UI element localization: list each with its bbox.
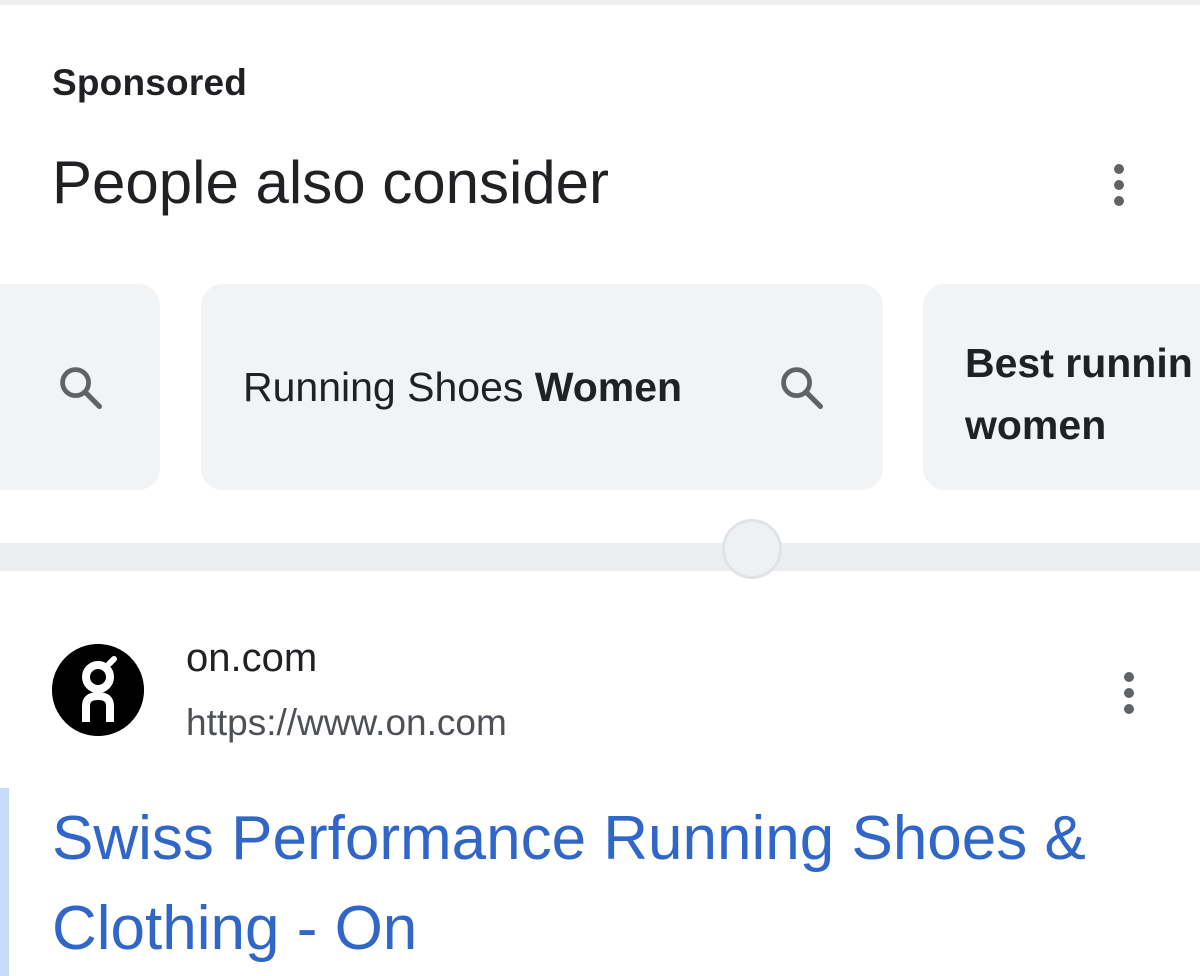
related-searches-carousel: Running Shoes Women Best runnin women — [0, 284, 1200, 490]
carousel-scroll-track[interactable] — [0, 543, 1200, 571]
related-search-chip-best-running-women[interactable]: Best runnin women — [923, 284, 1200, 490]
related-search-chip[interactable] — [0, 284, 160, 490]
ad-title-link[interactable]: Swiss Performance Running Shoes & Clothi… — [52, 794, 1142, 974]
search-results-page: Sponsored People also consider Running S… — [0, 0, 1200, 976]
ad-site-name[interactable]: on.com — [186, 636, 317, 681]
related-search-chip-running-shoes-women[interactable]: Running Shoes Women — [201, 284, 883, 490]
on-logo-icon[interactable] — [52, 644, 144, 736]
chip-label-bold: Women — [534, 364, 683, 410]
left-edge-accent — [0, 788, 9, 976]
on-logo-glyph — [52, 644, 144, 736]
section-title: People also consider — [52, 149, 610, 216]
more-vert-icon[interactable] — [1109, 663, 1149, 723]
sponsored-label: Sponsored — [52, 62, 248, 103]
search-icon — [60, 367, 103, 410]
search-icon — [781, 367, 824, 410]
ad-site-url[interactable]: https://www.on.com — [186, 702, 507, 744]
chip-label: Best runnin women — [965, 332, 1200, 456]
chip-label: Running Shoes Women — [243, 364, 682, 411]
chip-label-line2: women — [965, 402, 1107, 448]
chip-label-line1: Best runnin — [965, 340, 1193, 386]
chip-label-regular: Running Shoes — [243, 364, 535, 410]
more-options-icon[interactable] — [1099, 155, 1139, 215]
top-divider — [0, 0, 1200, 5]
carousel-scroll-thumb[interactable] — [722, 519, 782, 579]
